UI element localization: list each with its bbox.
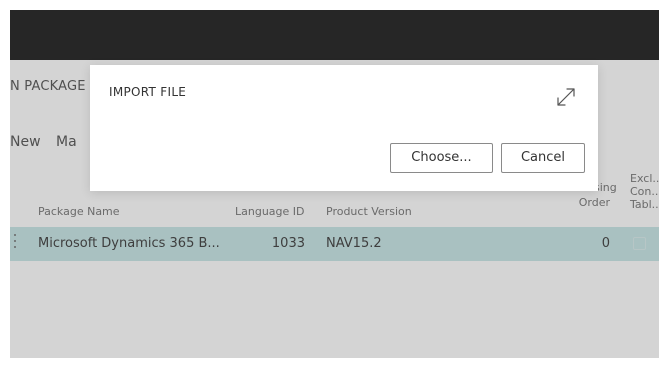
dialog-title: IMPORT FILE — [109, 85, 187, 99]
cell-processing-order: 0 — [601, 236, 610, 251]
column-header-language-id[interactable]: Language ID — [235, 206, 305, 218]
column-header-processing-order-line2: Order — [578, 196, 610, 209]
top-bar — [10, 10, 659, 60]
choose-button[interactable]: Choose... — [390, 143, 493, 173]
row-menu-icon[interactable] — [14, 234, 18, 254]
table-row[interactable]: Microsoft Dynamics 365 B... 1033 NAV15.2… — [10, 227, 659, 261]
new-action[interactable]: New — [10, 134, 41, 150]
column-header-exclude-line3: Tabl... — [630, 198, 659, 211]
column-header-exclude-line2: Con... — [630, 185, 659, 198]
expand-arrows-icon[interactable] — [555, 86, 577, 108]
cell-language-id: 1033 — [271, 236, 305, 251]
import-file-dialog: IMPORT FILE Choose... Cancel — [90, 65, 598, 191]
column-header-package-name[interactable]: Package Name — [38, 206, 120, 218]
page-title: N PACKAGE — [10, 79, 86, 94]
exclude-config-tables-checkbox[interactable] — [633, 237, 646, 250]
cancel-button[interactable]: Cancel — [501, 143, 585, 173]
cell-product-version: NAV15.2 — [326, 236, 382, 251]
app-window: N PACKAGE New Ma Package Name Language I… — [10, 10, 659, 358]
column-header-product-version[interactable]: Product Version — [326, 206, 412, 218]
manage-action[interactable]: Ma — [56, 134, 77, 150]
column-header-exclude-line1: Excl... — [630, 172, 659, 185]
cell-package-name[interactable]: Microsoft Dynamics 365 B... — [38, 236, 220, 251]
